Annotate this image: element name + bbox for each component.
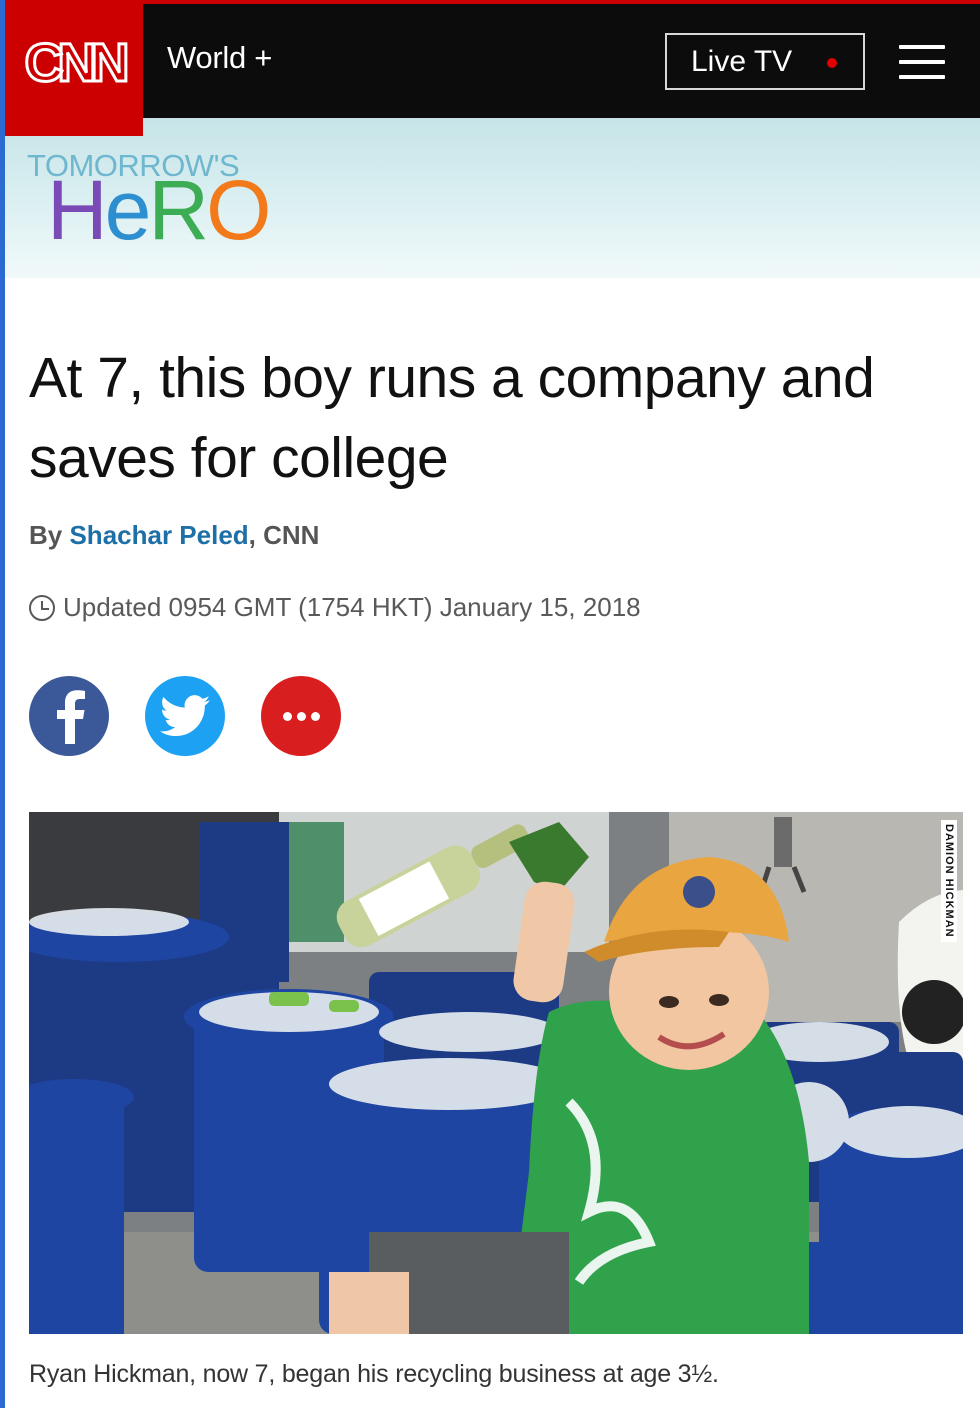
- share-bar: [29, 676, 341, 756]
- twitter-icon: [160, 695, 210, 736]
- tomorrows-hero-banner[interactable]: TOMORROW'S HeRO: [5, 118, 980, 278]
- section-nav-world[interactable]: World +: [167, 40, 272, 76]
- banner-title: HeRO: [47, 163, 271, 257]
- facebook-icon: [57, 690, 85, 744]
- clock-icon: [29, 594, 55, 621]
- site-header: World + Live TV: [5, 4, 980, 118]
- facebook-share-button[interactable]: [29, 676, 109, 756]
- live-indicator-icon: [827, 58, 837, 68]
- cnn-logo-text: CNN: [23, 32, 131, 95]
- more-share-button[interactable]: [261, 676, 341, 756]
- timestamp-text: Updated 0954 GMT (1754 HKT) January 15, …: [63, 592, 641, 622]
- author-link[interactable]: Shachar Peled: [69, 520, 248, 550]
- article-hero-photo[interactable]: DAMION HICKMAN: [29, 812, 963, 1334]
- twitter-share-button[interactable]: [145, 676, 225, 756]
- more-dots-icon: [282, 711, 320, 721]
- photo-credit: DAMION HICKMAN: [941, 820, 957, 942]
- hamburger-menu-icon[interactable]: [899, 45, 945, 81]
- cnn-logo[interactable]: CNN: [5, 0, 143, 136]
- photo-caption: Ryan Hickman, now 7, began his recycling…: [29, 1360, 719, 1388]
- live-tv-label: Live TV: [691, 44, 793, 78]
- recycling-photo-illustration: [29, 812, 963, 1334]
- live-tv-button[interactable]: Live TV: [665, 33, 865, 90]
- byline: By Shachar Peled, CNN: [29, 520, 320, 550]
- page: World + Live TV CNN TOMORROW'S HeRO At 7…: [0, 0, 980, 1408]
- article-timestamp: Updated 0954 GMT (1754 HKT) January 15, …: [29, 592, 641, 623]
- article-headline: At 7, this boy runs a company and saves …: [29, 346, 875, 490]
